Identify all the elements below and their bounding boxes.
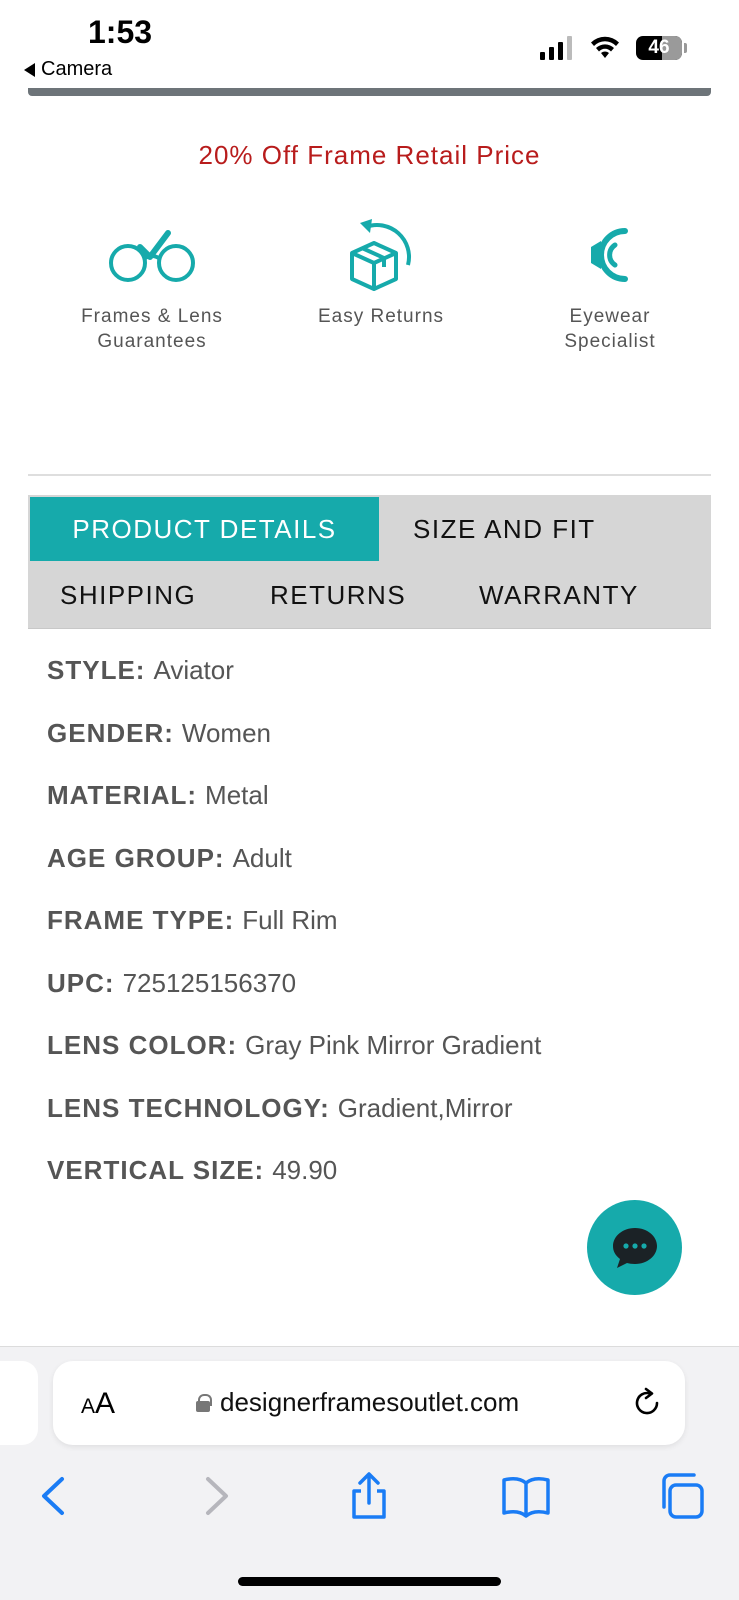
cellular-signal-icon <box>540 36 572 60</box>
product-tabs: PRODUCT DETAILS SIZE AND FIT SHIPPING RE… <box>28 495 711 629</box>
aa-large-label: A <box>95 1387 116 1420</box>
feature-eyewear-specialist: Eyewear Specialist <box>500 210 720 354</box>
detail-material: MATERIAL: Metal <box>47 780 541 843</box>
feature-label: Easy Returns <box>317 306 445 327</box>
aa-small-label: A <box>81 1395 96 1418</box>
back-icon[interactable] <box>30 1471 80 1521</box>
browser-toolbar: AA designerframesoutlet.com <box>0 1346 739 1600</box>
wifi-icon <box>591 36 619 58</box>
detail-value: Adult <box>232 842 292 873</box>
feature-label: Eyewear <box>569 306 651 327</box>
status-bar: 1:53 Camera 46 <box>0 0 739 88</box>
share-icon[interactable] <box>344 1471 394 1521</box>
home-indicator <box>238 1577 501 1586</box>
detail-style: STYLE: Aviator <box>47 655 541 718</box>
feature-list: Frames & Lens Guarantees Easy Returns Ey… <box>0 210 739 360</box>
detail-key: STYLE: <box>47 655 146 685</box>
detail-value: Women <box>181 717 272 748</box>
detail-key: AGE GROUP: <box>47 842 225 873</box>
chat-button[interactable] <box>587 1200 682 1295</box>
battery-tip <box>684 43 687 53</box>
detail-value: Full Rim <box>242 905 338 935</box>
detail-key: VERTICAL SIZE: <box>47 1155 265 1185</box>
feature-frames-guarantee: Frames & Lens Guarantees <box>42 210 262 354</box>
detail-lens-technology: LENS TECHNOLOGY: Gradient,Mirror <box>47 1093 541 1156</box>
tab-warranty[interactable]: WARRANTY <box>479 563 639 627</box>
tabs-icon[interactable] <box>658 1471 708 1521</box>
previous-tab-preview[interactable] <box>0 1361 38 1445</box>
detail-key: MATERIAL: <box>47 780 198 810</box>
box-return-icon <box>350 219 411 291</box>
detail-key: GENDER: <box>47 717 174 748</box>
tab-product-details[interactable]: PRODUCT DETAILS <box>30 497 379 561</box>
status-time: 1:53 <box>88 14 153 50</box>
detail-key: UPC: <box>47 967 115 998</box>
back-to-app-link[interactable]: Camera <box>24 58 112 81</box>
tab-size-and-fit[interactable]: SIZE AND FIT <box>413 497 596 561</box>
detail-value: Metal <box>205 780 269 810</box>
detail-value: Gray Pink Mirror Gradient <box>245 1030 542 1060</box>
battery-icon: 46 <box>636 36 682 60</box>
tab-returns[interactable]: RETURNS <box>270 563 406 627</box>
lock-icon <box>196 1393 212 1412</box>
chat-bubble-icon <box>612 1227 657 1268</box>
battery-level: 46 <box>648 37 670 58</box>
feature-label: Frames & Lens <box>81 306 223 327</box>
tab-shipping[interactable]: SHIPPING <box>60 563 196 627</box>
detail-age-group: AGE GROUP: Adult <box>47 843 541 906</box>
detail-gender: GENDER: Women <box>47 718 541 781</box>
section-divider <box>28 474 711 476</box>
promo-banner: 20% Off Frame Retail Price <box>198 140 541 170</box>
detail-value: 725125156370 <box>122 967 297 998</box>
forward-icon[interactable] <box>190 1471 240 1521</box>
detail-value: Gradient,Mirror <box>337 1092 513 1123</box>
specialist-icon <box>591 228 628 282</box>
detail-lens-color: LENS COLOR: Gray Pink Mirror Gradient <box>47 1030 541 1093</box>
feature-label: Guarantees <box>97 331 207 352</box>
detail-frame-type: FRAME TYPE: Full Rim <box>47 905 541 968</box>
url-text: designerframesoutlet.com <box>220 1387 520 1417</box>
feature-label: Specialist <box>564 331 656 352</box>
page-top-bar <box>28 88 711 96</box>
bookmarks-icon[interactable] <box>500 1471 552 1521</box>
detail-key: FRAME TYPE: <box>47 905 235 935</box>
reload-icon[interactable] <box>631 1387 663 1419</box>
detail-vertical-size: VERTICAL SIZE: 49.90 <box>47 1155 541 1218</box>
reader-settings-button[interactable]: AA <box>81 1387 115 1421</box>
detail-value: Aviator <box>153 655 234 685</box>
product-details-list: STYLE: Aviator GENDER: Women MATERIAL: Meta… <box>47 655 541 1218</box>
back-triangle-icon <box>24 62 35 77</box>
feature-easy-returns: Easy Returns <box>271 210 491 329</box>
url-display[interactable]: designerframesoutlet.com <box>196 1387 519 1418</box>
detail-key: LENS COLOR: <box>47 1030 238 1060</box>
detail-value: 49.90 <box>272 1155 338 1185</box>
back-app-label: Camera <box>41 58 113 80</box>
detail-key: LENS TECHNOLOGY: <box>47 1092 330 1123</box>
address-bar[interactable]: AA designerframesoutlet.com <box>53 1361 685 1445</box>
glasses-check-icon <box>109 230 195 282</box>
detail-upc: UPC: 725125156370 <box>47 968 541 1031</box>
